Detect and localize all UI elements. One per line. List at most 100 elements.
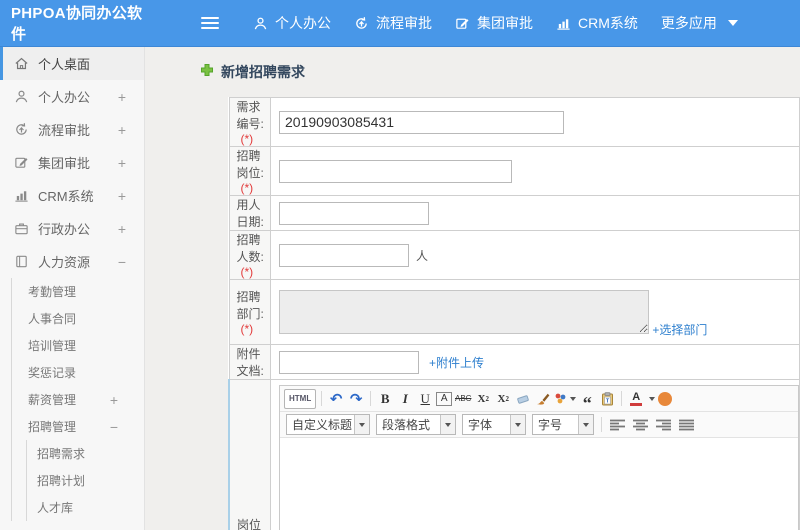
align-left-icon[interactable] xyxy=(610,419,625,431)
position-input[interactable] xyxy=(279,159,512,183)
align-right-icon[interactable] xyxy=(656,419,671,431)
sidebar-item-label: 人力资源 xyxy=(38,255,91,270)
color-palette-icon[interactable] xyxy=(554,389,577,409)
required-mark: (*) xyxy=(240,132,254,146)
headcount-unit: 人 xyxy=(416,249,429,263)
user-icon xyxy=(14,89,29,104)
top-navigation: 个人办公 流程审批 集团审批 CRM系统 更多应用 xyxy=(253,13,738,33)
field-label: 需求编号: xyxy=(236,100,264,131)
italic-icon[interactable]: I xyxy=(396,389,414,409)
editor-toolbar-row1: HTML ↶ ↷ B I U A ABC X2 X2 “ T A xyxy=(280,386,798,412)
form-row-position: 招聘岗位:(*) xyxy=(228,146,800,196)
topnav-more-apps[interactable]: 更多应用 xyxy=(661,13,738,33)
caret-down-icon xyxy=(359,422,365,427)
sidebar-item-crm-system[interactable]: CRM系统 + xyxy=(0,179,144,212)
expand-plus-icon[interactable]: + xyxy=(118,221,126,237)
expand-minus-icon[interactable]: − xyxy=(118,254,126,270)
underline-icon[interactable]: U xyxy=(416,389,434,409)
font-color-icon[interactable]: A xyxy=(627,389,645,409)
sidebar-item-personal-office[interactable]: 个人办公 + xyxy=(0,80,144,113)
field-label: 招聘部门: xyxy=(236,290,264,321)
strikethrough-icon[interactable]: ABC xyxy=(454,389,472,409)
dropdown-button[interactable] xyxy=(354,415,369,434)
expand-plus-icon[interactable]: + xyxy=(118,122,126,138)
editor-content-area[interactable] xyxy=(280,438,798,530)
select-department-link[interactable]: +选择部门 xyxy=(652,321,707,338)
page-header: 新增招聘需求 xyxy=(145,47,800,82)
sidebar-item-admin-office[interactable]: 行政办公 + xyxy=(0,212,144,245)
bar-chart-icon xyxy=(14,188,29,203)
dropdown-label: 段落格式 xyxy=(382,418,431,432)
expand-plus-icon[interactable]: + xyxy=(118,155,126,171)
format-brush-icon[interactable] xyxy=(534,389,552,409)
book-icon xyxy=(14,254,29,269)
sidebar-item-workflow-approval[interactable]: 流程审批 + xyxy=(0,113,144,146)
sidebar-item-human-resources[interactable]: 人力资源 − xyxy=(0,245,144,278)
field-label: 招聘岗位: xyxy=(236,149,264,180)
sidebar-item-training[interactable]: 培训管理 xyxy=(12,332,144,359)
sub-item-label: 人才库 xyxy=(37,501,74,515)
paste-icon[interactable]: T xyxy=(598,389,616,409)
dropdown-button[interactable] xyxy=(578,415,593,434)
sidebar-item-attendance[interactable]: 考勤管理 xyxy=(12,278,144,305)
dropdown-button[interactable] xyxy=(510,415,525,434)
topnav-group-approval[interactable]: 集团审批 xyxy=(455,13,533,33)
topnav-label: CRM系统 xyxy=(578,15,638,31)
sidebar-item-recruit-plan[interactable]: 招聘计划 xyxy=(27,467,144,494)
hire-date-input[interactable] xyxy=(279,201,429,225)
highlight-color-icon[interactable] xyxy=(658,391,673,406)
recruitment-form: 需求编号:(*) 招聘岗位:(*) 用人日期: xyxy=(228,97,800,530)
field-label: 用人日期: xyxy=(236,198,264,229)
paragraph-format-dropdown[interactable]: 段落格式 xyxy=(376,414,456,435)
bar-chart-icon xyxy=(556,16,571,31)
main-content: 新增招聘需求 需求编号:(*) 招聘岗位:(*) xyxy=(145,47,800,530)
attachment-upload-link[interactable]: +附件上传 xyxy=(429,354,484,371)
sidebar-item-rewards-punishments[interactable]: 奖惩记录 xyxy=(12,359,144,386)
sub-item-label: 招聘需求 xyxy=(37,447,86,461)
sidebar-item-recruit-demand[interactable]: 招聘需求 xyxy=(27,440,144,467)
topnav-label: 集团审批 xyxy=(477,15,533,31)
expand-plus-icon[interactable]: + xyxy=(118,89,126,105)
sidebar-item-recruitment[interactable]: 招聘管理 − xyxy=(12,413,144,440)
sidebar-item-salary[interactable]: 薪资管理 + xyxy=(12,386,144,413)
topnav-crm-system[interactable]: CRM系统 xyxy=(556,13,638,33)
headcount-input[interactable] xyxy=(279,243,409,267)
form-row-job-requirements: 岗位要求:(*) HTML ↶ ↷ B I U A xyxy=(228,379,800,530)
font-size-dropdown[interactable]: 字号 xyxy=(532,414,594,435)
department-textarea[interactable] xyxy=(279,289,649,334)
sidebar-item-label: 个人办公 xyxy=(38,90,91,105)
toolbar-separator xyxy=(321,391,323,406)
topnav-workflow-approval[interactable]: 流程审批 xyxy=(354,13,432,33)
font-family-dropdown[interactable]: 字体 xyxy=(462,414,526,435)
undo-icon[interactable]: ↶ xyxy=(327,389,345,409)
expand-minus-icon[interactable]: − xyxy=(110,419,118,435)
expand-plus-icon[interactable]: + xyxy=(110,392,118,408)
html-source-button[interactable]: HTML xyxy=(284,388,317,409)
menu-toggle-icon[interactable] xyxy=(201,17,219,29)
app-logo: PHPOA协同办公软件 xyxy=(11,5,143,43)
add-plus-icon xyxy=(200,63,214,82)
sidebar-item-hr-contract[interactable]: 人事合同 xyxy=(12,305,144,332)
process-icon xyxy=(14,122,29,137)
font-style-icon[interactable]: A xyxy=(436,391,453,406)
redo-icon[interactable]: ↷ xyxy=(347,389,365,409)
field-label: 附件文档: xyxy=(236,347,264,378)
expand-plus-icon[interactable]: + xyxy=(118,188,126,204)
bold-icon[interactable]: B xyxy=(376,389,394,409)
demand-number-input[interactable] xyxy=(279,110,564,134)
form-row-attachment: 附件文档: +附件上传 xyxy=(228,344,800,380)
superscript-icon[interactable]: X2 xyxy=(474,389,492,409)
align-justify-icon[interactable] xyxy=(679,419,694,431)
sidebar-item-personal-desktop[interactable]: 个人桌面 xyxy=(0,47,144,80)
subscript-icon[interactable]: X2 xyxy=(494,389,512,409)
blockquote-icon[interactable]: “ xyxy=(578,389,596,412)
sidebar-item-talent-pool[interactable]: 人才库 xyxy=(27,494,144,521)
align-center-icon[interactable] xyxy=(633,419,648,431)
attachment-input[interactable] xyxy=(279,350,419,374)
required-mark: (*) xyxy=(240,181,254,195)
sidebar-item-group-approval[interactable]: 集团审批 + xyxy=(0,146,144,179)
custom-heading-dropdown[interactable]: 自定义标题 xyxy=(286,414,370,435)
eraser-icon[interactable] xyxy=(514,389,532,409)
dropdown-button[interactable] xyxy=(440,415,455,434)
topnav-personal-office[interactable]: 个人办公 xyxy=(253,13,331,33)
